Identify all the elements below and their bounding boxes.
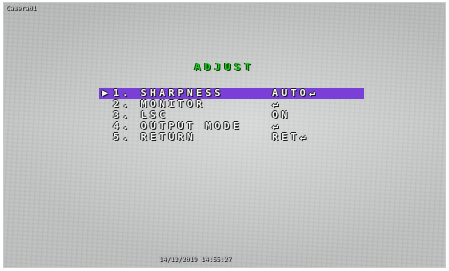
menu-item-output-mode[interactable]: 4. OUTPUT MODE ↵ (99, 121, 364, 132)
menu-item-value: RET↵ (272, 132, 309, 143)
menu-item-value: ON (272, 110, 291, 121)
menu-item-value: ↵ (272, 121, 282, 132)
menu-item-monitor[interactable]: 2. MONITOR ↵ (99, 99, 364, 110)
menu-item-value: ↵ (272, 99, 282, 110)
menu-title: ADJUST (194, 62, 255, 73)
menu-item-label: 1. SHARPNESS (113, 88, 224, 99)
camera-name-label: Camera01 (6, 5, 37, 12)
menu-item-label: 5. RETURN (113, 132, 196, 143)
menu-item-lsc[interactable]: 3. LSC ON (99, 110, 364, 121)
menu-item-label: 3. LSC (113, 110, 169, 121)
menu-item-value: AUTO↵ (272, 88, 319, 99)
camera-view: Camera01 ADJUST ▶ 1. SHARPNESS AUTO↵ 2. … (3, 2, 446, 268)
timestamp-overlay: 14/12/2019 14:55:27 (159, 256, 232, 263)
selection-cursor-icon: ▶ (102, 88, 109, 99)
menu-item-sharpness[interactable]: ▶ 1. SHARPNESS AUTO↵ (99, 88, 364, 99)
osd-menu: ▶ 1. SHARPNESS AUTO↵ 2. MONITOR ↵ 3. LSC… (99, 88, 364, 143)
menu-item-label: 2. MONITOR (113, 99, 206, 110)
menu-item-label: 4. OUTPUT MODE (113, 121, 243, 132)
menu-item-return[interactable]: 5. RETURN RET↵ (99, 132, 364, 143)
